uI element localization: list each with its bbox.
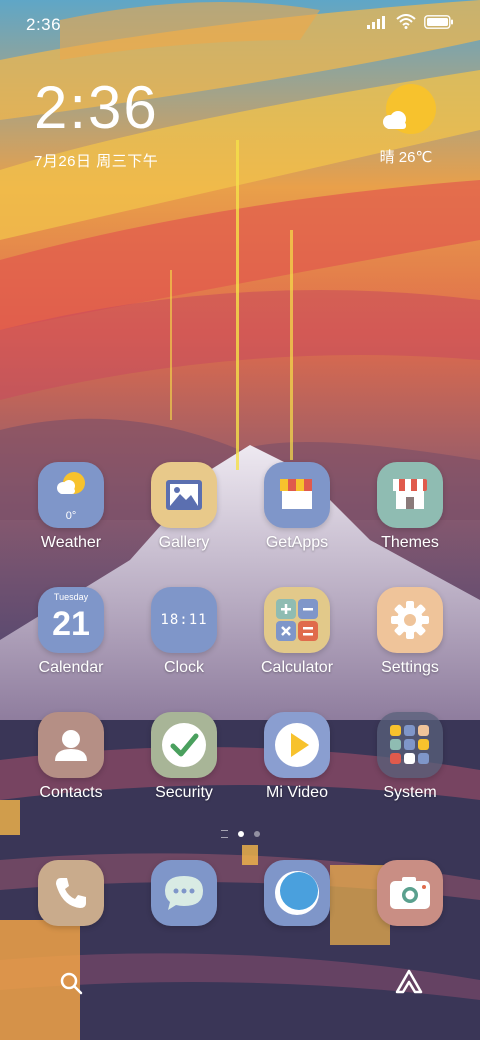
dock-camera[interactable]: [360, 860, 460, 926]
page-dot: [253, 831, 260, 837]
assistant-icon[interactable]: [394, 968, 424, 996]
app-settings[interactable]: Settings: [360, 587, 460, 677]
app-label: Gallery: [158, 534, 210, 551]
search-icon[interactable]: [58, 970, 84, 996]
weather-widget[interactable]: 晴 26℃: [376, 84, 446, 167]
page-indicator: [0, 830, 480, 838]
app-label: Clock: [163, 659, 204, 676]
app-security[interactable]: Security: [134, 712, 234, 802]
security-icon: [151, 712, 217, 778]
app-label: Contacts: [39, 784, 103, 801]
calendar-day: 21: [52, 605, 90, 643]
dock-phone[interactable]: [21, 860, 121, 926]
clock-icon-digits: 18:11: [160, 612, 208, 628]
settings-icon: [377, 587, 443, 653]
sunny-cloud-icon: [383, 84, 436, 134]
page-indicator-menu: [220, 830, 228, 838]
widget-time: 2:36: [34, 74, 159, 141]
app-clock[interactable]: 18:11 Clock: [134, 587, 234, 677]
status-bar: 2:36: [0, 0, 480, 50]
browser-icon: [264, 860, 330, 926]
contacts-icon: [38, 712, 104, 778]
themes-icon: [377, 462, 443, 528]
status-time: 2:36: [26, 15, 62, 34]
weather-icon-temp: 0°: [65, 510, 77, 522]
dock-messages[interactable]: [134, 860, 234, 926]
app-themes[interactable]: Themes: [360, 462, 460, 552]
bottom-bar: [0, 958, 480, 1008]
calendar-weekday: Tuesday: [53, 592, 89, 602]
widget-date: 7月26日 周三下午: [34, 153, 159, 170]
getapps-icon: [264, 462, 330, 528]
clock-icon: 18:11: [151, 587, 217, 653]
status-icons: [366, 14, 454, 29]
app-label: Settings: [381, 659, 439, 676]
weather-condition-temp: 晴 26℃: [379, 149, 433, 166]
app-contacts[interactable]: Contacts: [21, 712, 121, 802]
app-label: Security: [155, 784, 213, 801]
app-label: Themes: [381, 534, 439, 551]
app-label: Weather: [40, 534, 102, 551]
wifi-icon: [396, 14, 416, 29]
gallery-icon: [151, 462, 217, 528]
clock-widget[interactable]: 2:36 7月26日 周三下午: [34, 78, 159, 171]
signal-icon: [367, 15, 385, 29]
phone-icon: [38, 860, 104, 926]
app-getapps[interactable]: GetApps: [247, 462, 347, 552]
app-label: Calculator: [260, 659, 334, 676]
camera-icon: [377, 860, 443, 926]
weather-icon: 0°: [38, 462, 104, 528]
app-calculator[interactable]: Calculator: [247, 587, 347, 677]
app-system-folder[interactable]: System: [360, 712, 460, 802]
app-label: Calendar: [38, 659, 104, 676]
app-label: Mi Video: [266, 784, 328, 801]
mivideo-icon: [264, 712, 330, 778]
system-folder-icon: [377, 712, 443, 778]
messages-icon: [151, 860, 217, 926]
app-mivideo[interactable]: Mi Video: [247, 712, 347, 802]
dock: [0, 860, 480, 930]
dock-browser[interactable]: [247, 860, 347, 926]
calendar-icon: Tuesday 21: [38, 587, 104, 653]
app-label: System: [383, 784, 437, 801]
app-calendar[interactable]: Tuesday 21 Calendar: [21, 587, 121, 677]
battery-icon: [424, 14, 453, 29]
calculator-icon: [264, 587, 330, 653]
app-gallery[interactable]: Gallery: [134, 462, 234, 552]
app-label: GetApps: [265, 534, 329, 551]
page-dot-active: [237, 831, 244, 837]
app-weather[interactable]: 0° Weather: [21, 462, 121, 552]
